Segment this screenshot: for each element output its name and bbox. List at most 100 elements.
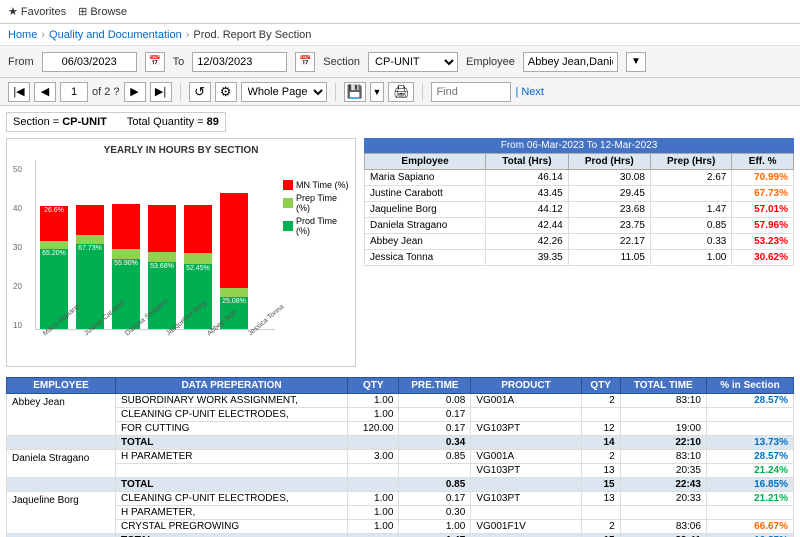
employee-abbey: Abbey Jean <box>7 394 116 436</box>
detail-col-total-time: TOTAL TIME <box>620 378 706 394</box>
summary-table: Employee Total (Hrs) Prod (Hrs) Prep (Hr… <box>364 153 794 266</box>
summary-row: Maria Sapiano 46.14 30.08 2.67 70.99% <box>365 170 794 186</box>
browse-menu[interactable]: ⊞ Browse <box>78 5 127 18</box>
bar-prep-2 <box>76 235 104 244</box>
y-label-40: 40 <box>13 204 33 213</box>
to-calendar-button[interactable]: 📅 <box>295 52 315 72</box>
bar-prep-6 <box>220 288 248 297</box>
refresh-button[interactable]: ↺ <box>189 82 211 102</box>
employee-dropdown-button[interactable]: ▼ <box>626 52 646 72</box>
summary-row: Jessica Tonna 39.35 11.05 1.00 30.62% <box>365 250 794 266</box>
section-select[interactable]: CP-UNIT <box>368 52 458 72</box>
find-input[interactable] <box>431 82 511 102</box>
bar-mn-2 <box>76 205 104 235</box>
breadcrumb: Home › Quality and Documentation › Prod.… <box>0 24 800 46</box>
col-employee: Employee <box>365 154 486 170</box>
detail-col-employee: EMPLOYEE <box>7 378 116 394</box>
page-number-input[interactable] <box>60 82 88 102</box>
col-total: Total (Hrs) <box>486 154 569 170</box>
employee-jaqueline: Jaqueline Borg <box>7 492 116 534</box>
bar-mn-4 <box>148 205 176 252</box>
legend-mn: MN Time (%) <box>283 180 349 190</box>
last-page-button[interactable]: ▶| <box>150 82 172 102</box>
browse-icon: ⊞ <box>78 5 87 18</box>
detail-total-daniela: TOTAL 0.85 15 22:43 16.85% <box>7 478 794 492</box>
detail-col-data-prep: DATA PREPERATION <box>116 378 348 394</box>
detail-row: VG103PT 13 20:35 21.24% <box>7 464 794 478</box>
save-dropdown-button[interactable]: ▼ <box>370 82 385 102</box>
settings-button[interactable]: ⚙ <box>215 82 237 102</box>
detail-col-qty: QTY <box>348 378 399 394</box>
qty-label: Total Quantity = 89 <box>127 116 219 128</box>
bar-prod-4: 53.68% <box>148 262 176 329</box>
bar-mn-3 <box>112 204 140 249</box>
from-date-input[interactable] <box>42 52 137 72</box>
chart-container: YEARLY IN HOURS BY SECTION 50 40 30 20 1… <box>6 138 356 367</box>
print-button[interactable]: 🖨 <box>388 82 414 102</box>
summary-row: Justine Carabott 43.45 29.45 67.73% <box>365 186 794 202</box>
chart-title: YEARLY IN HOURS BY SECTION <box>13 145 349 156</box>
detail-row: H PARAMETER, 1.00 0.30 <box>7 506 794 520</box>
y-label-20: 20 <box>13 282 33 291</box>
page-size-select[interactable]: Whole Page <box>241 82 327 102</box>
detail-row: CRYSTAL PREGROWING 1.00 1.00 VG001F1V 2 … <box>7 520 794 534</box>
breadcrumb-home[interactable]: Home <box>8 29 37 41</box>
next-page-button[interactable]: ▶ <box>124 82 146 102</box>
detail-row: Abbey Jean SUBORDINARY WORK ASSIGNMENT, … <box>7 394 794 408</box>
bar-prep-3 <box>112 249 140 259</box>
bar-prep-1 <box>40 241 68 249</box>
save-button[interactable]: 💾 <box>344 82 366 102</box>
bar-mn-1: 26.6% <box>40 206 68 241</box>
legend-prep: Prep Time (%) <box>283 193 349 213</box>
bar-maria: 26.6% 65.20% <box>40 206 68 329</box>
nav-bar: |◀ ◀ of 2 ? ▶ ▶| ↺ ⚙ Whole Page 💾 ▼ 🖨 | … <box>0 78 800 106</box>
detail-row: Daniela Stragano H PARAMETER 3.00 0.85 V… <box>7 450 794 464</box>
bar-prep-5 <box>184 253 212 264</box>
from-calendar-button[interactable]: 📅 <box>145 52 165 72</box>
to-date-input[interactable] <box>192 52 287 72</box>
browse-label: Browse <box>90 6 127 18</box>
date-range-header: From 06-Mar-2023 To 12-Mar-2023 <box>364 138 794 153</box>
report-area: YEARLY IN HOURS BY SECTION 50 40 30 20 1… <box>6 138 794 367</box>
page-of-label: of 2 ? <box>92 86 120 98</box>
summary-table-container: From 06-Mar-2023 To 12-Mar-2023 Employee… <box>364 138 794 367</box>
detail-row: Jaqueline Borg CLEANING CP-UNIT ELECTROD… <box>7 492 794 506</box>
detail-table: EMPLOYEE DATA PREPERATION QTY PRE.TIME P… <box>6 377 794 537</box>
detail-col-pre-time: PRE.TIME <box>399 378 471 394</box>
legend-prod: Prod Time (%) <box>283 216 349 236</box>
detail-table-container: EMPLOYEE DATA PREPERATION QTY PRE.TIME P… <box>6 377 794 537</box>
chart-legend: MN Time (%) Prep Time (%) Prod Time (%) <box>283 180 349 360</box>
detail-total-abbey: TOTAL 0.34 14 22:10 13.73% <box>7 436 794 450</box>
bar-mn-6 <box>220 193 248 288</box>
col-prep: Prep (Hrs) <box>650 154 731 170</box>
y-label-50: 50 <box>13 165 33 174</box>
star-icon: ★ <box>8 5 18 18</box>
prev-page-button[interactable]: ◀ <box>34 82 56 102</box>
breadcrumb-quality[interactable]: Quality and Documentation <box>49 29 182 41</box>
breadcrumb-current: Prod. Report By Section <box>193 29 311 41</box>
section-eq-label: Section = CP-UNIT <box>13 116 107 128</box>
col-prod: Prod (Hrs) <box>568 154 650 170</box>
detail-total-jaqueline: TOTAL 1.47 15 23:41 16.85% <box>7 534 794 537</box>
first-page-button[interactable]: |◀ <box>8 82 30 102</box>
detail-row: CLEANING CP-UNIT ELECTRODES, 1.00 0.17 <box>7 408 794 422</box>
detail-col-product: PRODUCT <box>471 378 581 394</box>
summary-row: Daniela Stragano 42.44 23.75 0.85 57.96% <box>365 218 794 234</box>
from-label: From <box>8 56 34 68</box>
bar-justine: 67.73% <box>76 205 104 329</box>
y-label-10: 10 <box>13 321 33 330</box>
main-content: Section = CP-UNIT Total Quantity = 89 YE… <box>0 106 800 537</box>
favorites-menu[interactable]: ★ Favorites <box>8 5 66 18</box>
summary-row: Abbey Jean 42.26 22.17 0.33 53.23% <box>365 234 794 250</box>
detail-col-pct: % in Section <box>706 378 793 394</box>
detail-col-pqty: QTY <box>581 378 620 394</box>
toolbar: From 📅 To 📅 Section CP-UNIT Employee ▼ <box>0 46 800 78</box>
find-next-button[interactable]: | Next <box>515 86 544 98</box>
to-label: To <box>173 56 185 68</box>
employee-input[interactable] <box>523 52 618 72</box>
bar-prep-4 <box>148 252 176 262</box>
summary-row: Jaqueline Borg 44.12 23.68 1.47 57.01% <box>365 202 794 218</box>
favorites-label: Favorites <box>21 6 66 18</box>
y-label-30: 30 <box>13 243 33 252</box>
section-info: Section = CP-UNIT Total Quantity = 89 <box>6 112 226 132</box>
